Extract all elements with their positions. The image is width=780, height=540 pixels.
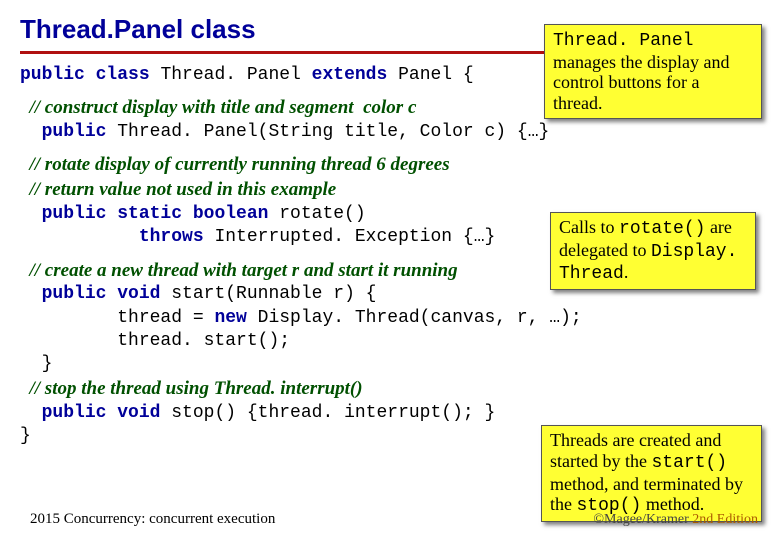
footer-right: ©Magee/Kramer 2nd Edition xyxy=(593,512,758,528)
note-text: . xyxy=(624,262,629,282)
code-line: // rotate display of currently running t… xyxy=(20,153,760,178)
code-line xyxy=(20,144,760,153)
footer-edition: 2nd Edition xyxy=(692,512,758,527)
note-start-stop: Threads are created and started by the s… xyxy=(541,425,762,522)
note-rotate: Calls to rotate() are delegated to Displ… xyxy=(550,212,756,290)
note-mono: rotate() xyxy=(619,219,705,239)
note-mono: start() xyxy=(651,453,727,473)
note-text: Calls to xyxy=(559,217,619,237)
code-line: thread = new Display. Thread(canvas, r, … xyxy=(20,307,760,330)
code-line: public void stop() {thread. interrupt();… xyxy=(20,402,760,425)
note-mono: Thread. Panel xyxy=(553,31,693,51)
code-line: // return value not used in this example xyxy=(20,178,760,203)
code-line: public Thread. Panel(String title, Color… xyxy=(20,121,760,144)
note-text: manages the display and control buttons … xyxy=(553,52,729,113)
code-line: thread. start(); xyxy=(20,330,760,353)
code-line: // stop the thread using Thread. interru… xyxy=(20,377,760,402)
footer-copyright: ©Magee/Kramer xyxy=(593,512,692,527)
code-line: } xyxy=(20,353,760,376)
footer-left: 2015 Concurrency: concurrent execution xyxy=(30,511,275,528)
note-threadpanel: Thread. Panel manages the display and co… xyxy=(544,24,762,119)
